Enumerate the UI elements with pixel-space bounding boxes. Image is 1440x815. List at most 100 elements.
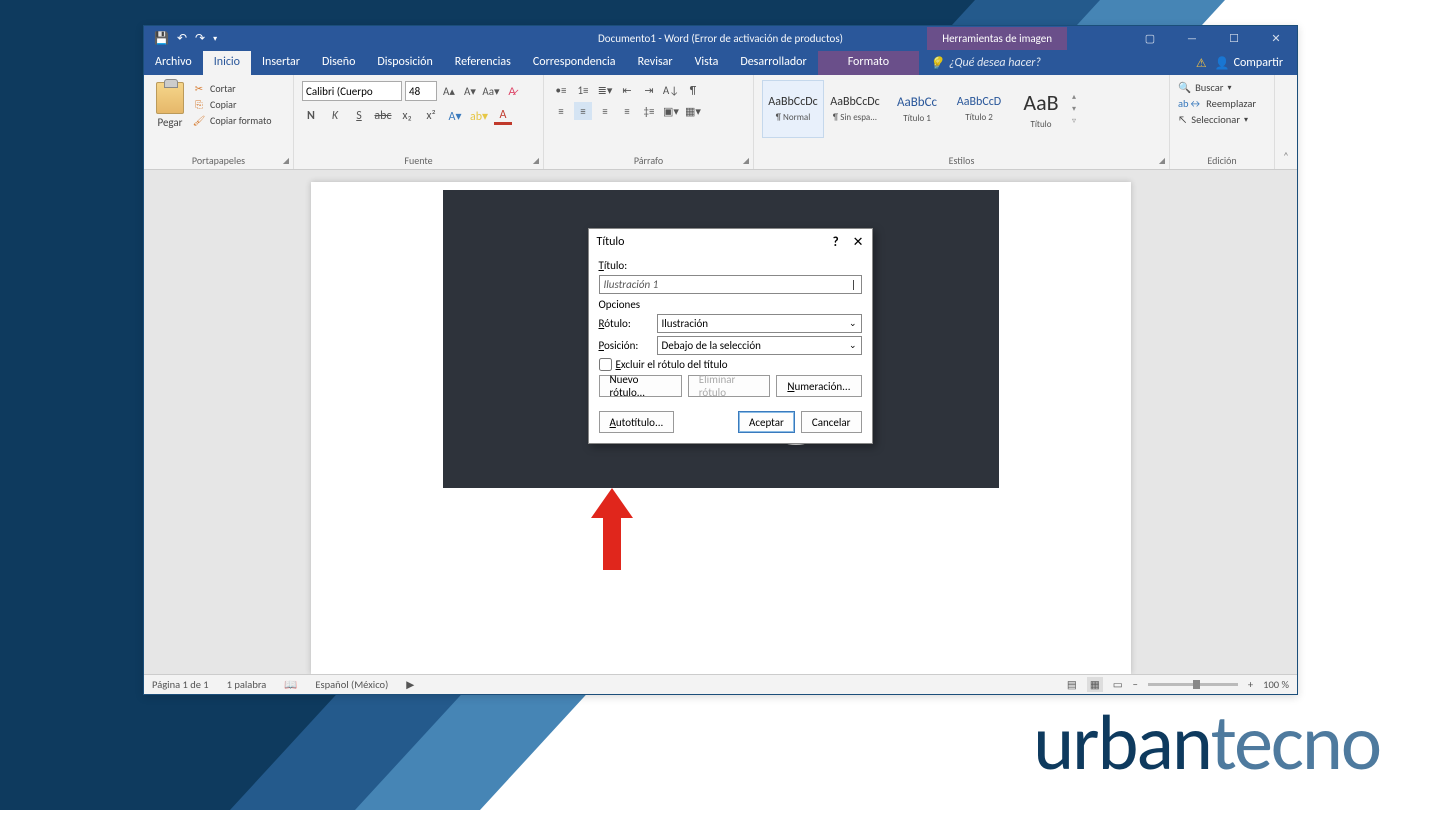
caption-text-input[interactable]: Ilustración 1| <box>599 275 862 294</box>
ribbon-options-icon[interactable]: ▢ <box>1129 26 1171 51</box>
font-size-input[interactable] <box>405 81 437 101</box>
style-normal[interactable]: AaBbCcDc¶ Normal <box>762 80 824 138</box>
tab-vista[interactable]: Vista <box>684 51 730 75</box>
cancel-button[interactable]: Cancelar <box>801 411 862 433</box>
justify-icon[interactable]: ≡ <box>618 102 636 120</box>
sort-icon[interactable]: A↓ <box>662 81 680 99</box>
read-mode-icon[interactable]: ▤ <box>1067 678 1077 691</box>
strikethrough-icon[interactable]: abc <box>374 107 392 125</box>
style-preview: AaBbCc <box>897 95 937 110</box>
change-case-icon[interactable]: Aa▾ <box>482 82 500 100</box>
tab-formato[interactable]: Formato <box>818 51 919 75</box>
font-launcher-icon[interactable]: ◢ <box>533 156 539 166</box>
italic-icon[interactable]: K <box>326 107 344 125</box>
copy-button[interactable]: ⎘Copiar <box>192 98 272 111</box>
share-button[interactable]: 👤Compartir <box>1215 56 1283 71</box>
align-center-icon[interactable]: ≡ <box>574 102 592 120</box>
qat-more-icon[interactable]: ▾ <box>213 34 217 44</box>
select-label: Seleccionar <box>1191 113 1240 126</box>
warning-icon[interactable]: ⚠ <box>1196 56 1207 71</box>
format-painter-button[interactable]: 🖌Copiar formato <box>192 114 272 127</box>
minimize-icon[interactable]: — <box>1171 26 1213 51</box>
clear-format-icon[interactable]: A̷ <box>503 82 521 100</box>
print-layout-icon[interactable]: ▦ <box>1087 677 1103 692</box>
numbering-icon[interactable]: 1≡ <box>574 81 592 99</box>
shading-icon[interactable]: ▣▾ <box>662 102 680 120</box>
redo-icon[interactable]: ↷ <box>195 31 205 46</box>
show-marks-icon[interactable]: ¶ <box>684 81 702 99</box>
numbering-button[interactable]: Numeración... <box>776 375 861 397</box>
multilevel-icon[interactable]: ≣▾ <box>596 81 614 99</box>
font-name-input[interactable] <box>302 81 402 101</box>
styles-more-icon[interactable]: ▿ <box>1072 116 1086 126</box>
styles-scroll-down-icon[interactable]: ▾ <box>1072 104 1086 114</box>
tab-revisar[interactable]: Revisar <box>627 51 684 75</box>
exclude-checkbox[interactable] <box>599 358 612 371</box>
paste-button[interactable]: Pegar <box>152 78 188 133</box>
styles-scroll-up-icon[interactable]: ▴ <box>1072 92 1086 102</box>
collapse-ribbon-icon[interactable]: ˄ <box>1275 75 1297 169</box>
tab-desarrollador[interactable]: Desarrollador <box>729 51 817 75</box>
replace-button[interactable]: ab↔Reemplazar <box>1178 97 1266 110</box>
zoom-out-icon[interactable]: − <box>1133 678 1138 691</box>
highlight-icon[interactable]: ab▾ <box>470 107 488 125</box>
tab-insertar[interactable]: Insertar <box>251 51 311 75</box>
autotitle-button[interactable]: Autotítulo... <box>599 411 675 433</box>
style-titulo2[interactable]: AaBbCcDTítulo 2 <box>948 80 1010 138</box>
tab-inicio[interactable]: Inicio <box>203 51 251 75</box>
macro-icon[interactable]: ▶ <box>406 678 414 691</box>
select-button[interactable]: ↖Seleccionar▾ <box>1178 113 1266 126</box>
bullets-icon[interactable]: •≡ <box>552 81 570 99</box>
style-name: ¶ Normal <box>776 112 811 123</box>
status-language[interactable]: Español (México) <box>315 678 388 691</box>
superscript-icon[interactable]: x² <box>422 107 440 125</box>
tab-referencias[interactable]: Referencias <box>444 51 522 75</box>
cut-button[interactable]: ✂Cortar <box>192 82 272 95</box>
outdent-icon[interactable]: ⇤ <box>618 81 636 99</box>
inserted-image[interactable]: Título ? ✕ Título: Ilustración 1| Opcion… <box>443 190 999 488</box>
tab-diseno[interactable]: Diseño <box>311 51 366 75</box>
dialog-close-icon[interactable]: ✕ <box>853 235 864 250</box>
paragraph-launcher-icon[interactable]: ◢ <box>743 156 749 166</box>
zoom-in-icon[interactable]: + <box>1248 678 1253 691</box>
save-icon[interactable]: 💾 <box>154 31 169 46</box>
align-right-icon[interactable]: ≡ <box>596 102 614 120</box>
style-sin-espaciado[interactable]: AaBbCcDc¶ Sin espa... <box>824 80 886 138</box>
tab-correspondencia[interactable]: Correspondencia <box>522 51 627 75</box>
tab-archivo[interactable]: Archivo <box>144 51 203 75</box>
tell-me-search[interactable]: 💡 ¿Qué desea hacer? <box>919 51 1051 75</box>
bold-icon[interactable]: N <box>302 107 320 125</box>
subscript-icon[interactable]: x₂ <box>398 107 416 125</box>
zoom-level[interactable]: 100 % <box>1263 678 1289 691</box>
find-button[interactable]: 🔍Buscar▾ <box>1178 81 1266 94</box>
grow-font-icon[interactable]: A▴ <box>440 82 458 100</box>
borders-icon[interactable]: ▦▾ <box>684 102 702 120</box>
tab-disposicion[interactable]: Disposición <box>366 51 443 75</box>
accept-button[interactable]: Aceptar <box>738 411 795 433</box>
new-label-button[interactable]: Nuevo rótulo... <box>599 375 682 397</box>
style-titulo[interactable]: AaBTítulo <box>1010 80 1072 138</box>
close-icon[interactable]: ✕ <box>1255 26 1297 51</box>
spellcheck-icon[interactable]: 📖 <box>284 678 297 691</box>
rotulo-dropdown[interactable]: Ilustración⌄ <box>657 314 862 333</box>
style-titulo1[interactable]: AaBbCcTítulo 1 <box>886 80 948 138</box>
text-effects-icon[interactable]: A▾ <box>446 107 464 125</box>
line-spacing-icon[interactable]: ‡≡ <box>640 102 658 120</box>
undo-icon[interactable]: ↶ <box>177 31 187 46</box>
shrink-font-icon[interactable]: A▾ <box>461 82 479 100</box>
clipboard-launcher-icon[interactable]: ◢ <box>283 156 289 166</box>
status-words[interactable]: 1 palabra <box>227 678 267 691</box>
align-left-icon[interactable]: ≡ <box>552 102 570 120</box>
web-layout-icon[interactable]: ▭ <box>1113 678 1123 691</box>
posicion-dropdown[interactable]: Debajo de la selección⌄ <box>657 336 862 355</box>
status-page[interactable]: Página 1 de 1 <box>152 678 209 691</box>
styles-gallery[interactable]: AaBbCcDc¶ Normal AaBbCcDc¶ Sin espa... A… <box>762 78 1161 138</box>
underline-icon[interactable]: S <box>350 107 368 125</box>
indent-icon[interactable]: ⇥ <box>640 81 658 99</box>
font-color-icon[interactable]: A <box>494 107 512 125</box>
style-preview: AaB <box>1023 89 1058 116</box>
maximize-icon[interactable]: ☐ <box>1213 26 1255 51</box>
help-icon[interactable]: ? <box>833 235 839 250</box>
zoom-slider[interactable] <box>1148 683 1238 686</box>
styles-launcher-icon[interactable]: ◢ <box>1159 156 1165 166</box>
